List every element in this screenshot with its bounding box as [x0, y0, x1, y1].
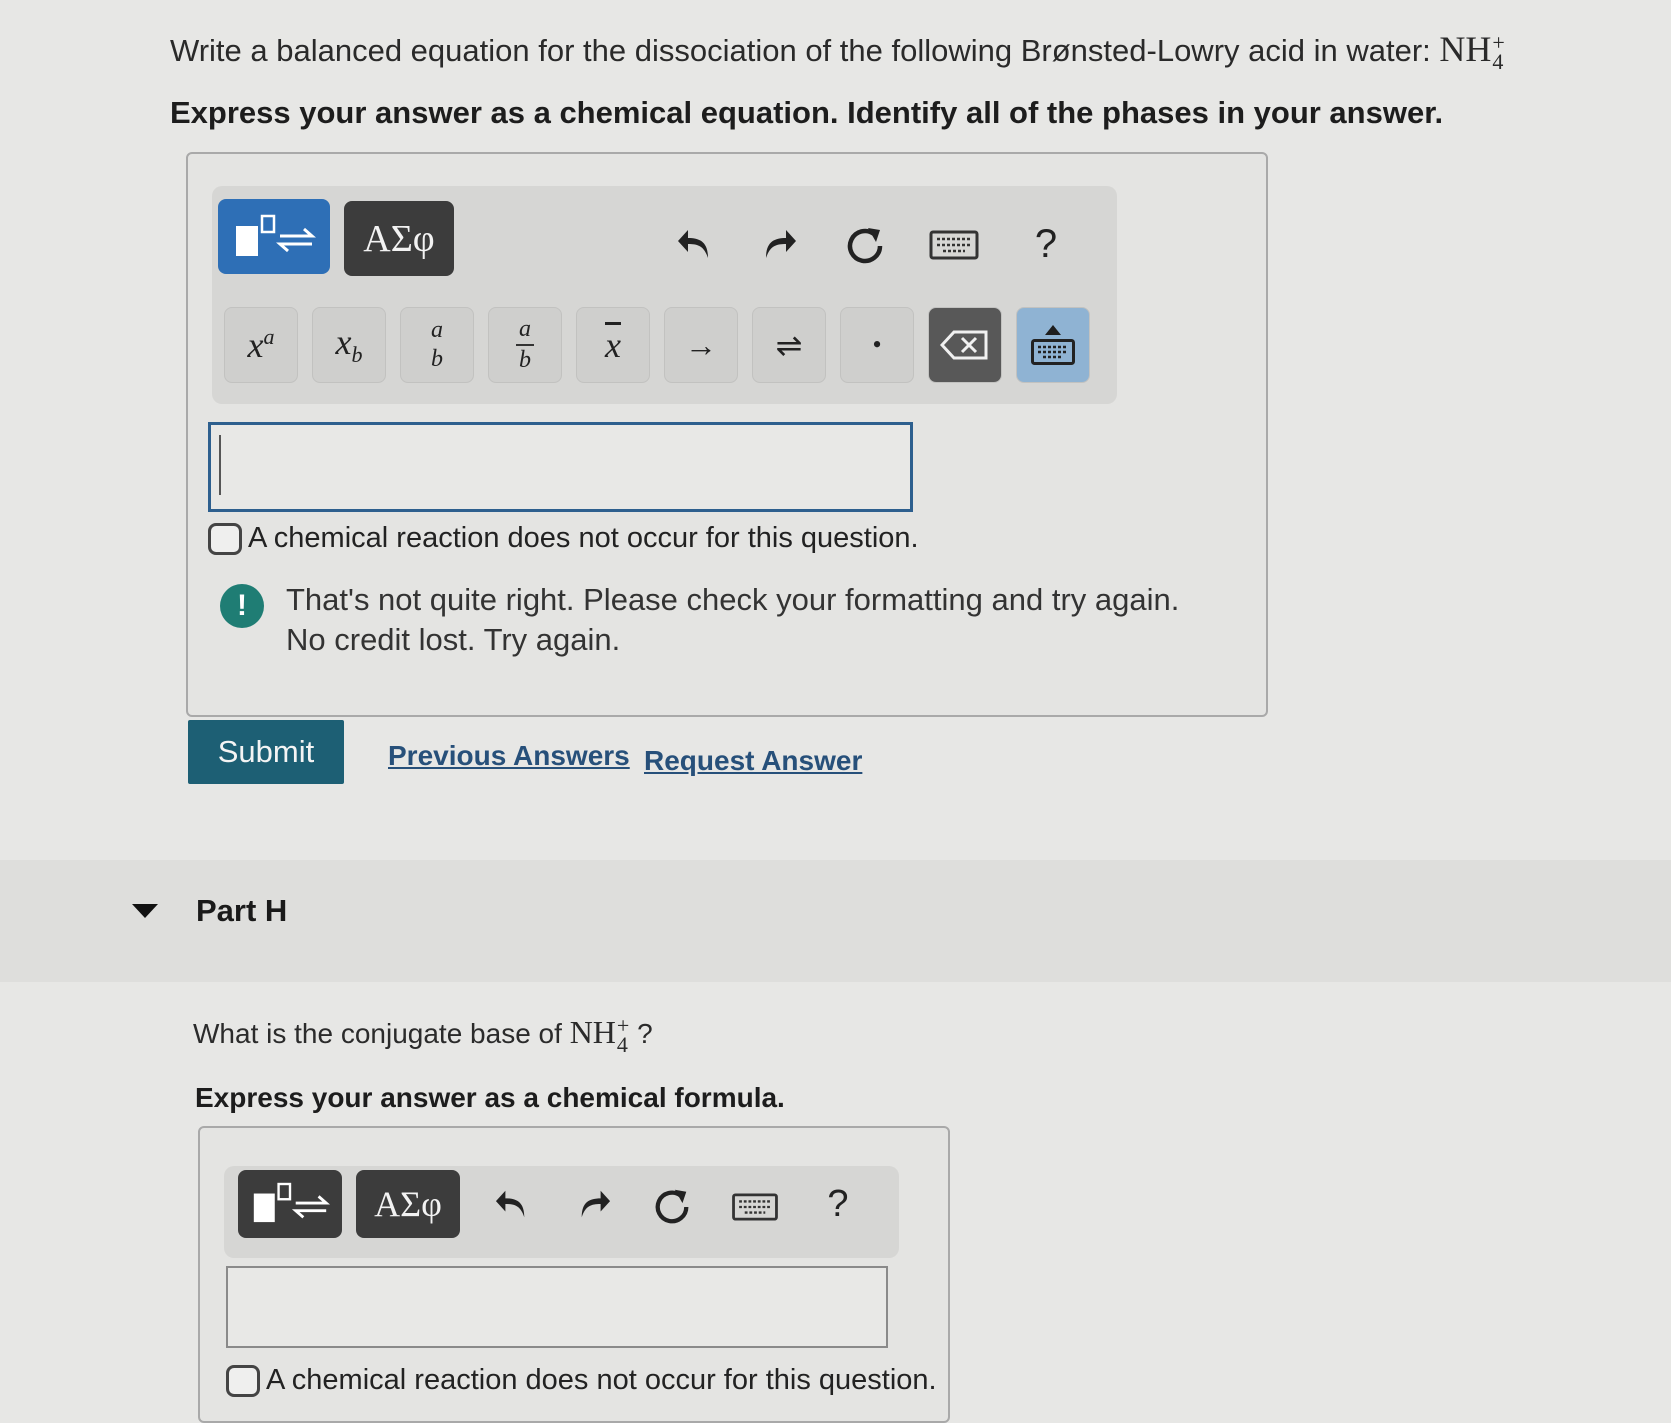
- help-icon[interactable]: ?: [1026, 220, 1066, 268]
- previous-answers-link[interactable]: Previous Answers: [388, 740, 630, 772]
- alert-icon: !: [220, 584, 264, 628]
- reaction-arrow-button[interactable]: →: [664, 307, 738, 383]
- backspace-button[interactable]: [928, 307, 1002, 383]
- part-h-reset-icon[interactable]: [650, 1184, 694, 1228]
- feedback-line-2: No credit lost. Try again.: [286, 621, 621, 657]
- part-h-question-prompt: What is the conjugate base of: [193, 1018, 562, 1049]
- undo-icon[interactable]: [672, 222, 718, 266]
- stack-top: a: [431, 316, 443, 343]
- fraction-numerator: a: [519, 315, 531, 342]
- part-h-species-charge-subscript: +4: [616, 1015, 629, 1057]
- part-h-template-equilibrium-icon: [253, 1182, 330, 1223]
- text-caret: [219, 435, 221, 495]
- feedback-message: ! That's not quite right. Please check y…: [220, 580, 1179, 659]
- question-text: Write a balanced equation for the dissoc…: [170, 28, 1505, 74]
- part-h-help-icon[interactable]: ?: [818, 1182, 858, 1226]
- virtual-keyboard-button[interactable]: [1016, 307, 1090, 383]
- fraction-button[interactable]: ab: [488, 307, 562, 383]
- stack-bottom: b: [431, 346, 443, 372]
- overline-symbol: x: [605, 325, 621, 365]
- part-h-no-reaction-option[interactable]: A chemical reaction does not occur for t…: [226, 1364, 937, 1397]
- no-reaction-checkbox[interactable]: [208, 522, 242, 555]
- overline-button[interactable]: x: [576, 307, 650, 383]
- template-equilibrium-icon: [236, 214, 316, 256]
- part-h-instruction: Express your answer as a chemical formul…: [195, 1082, 785, 1113]
- superscript-button[interactable]: xa: [224, 307, 298, 383]
- species-subscript: 4: [1492, 48, 1504, 74]
- collapse-triangle-icon[interactable]: [132, 904, 158, 918]
- part-title: Part H: [196, 893, 288, 928]
- part-h-chemical-species: NH +4: [569, 1014, 630, 1055]
- keyboard-icon[interactable]: [928, 226, 980, 264]
- equilibrium-arrow-button[interactable]: ⇌: [752, 307, 826, 383]
- bullet-dot-symbol: •: [872, 330, 882, 359]
- equation-input[interactable]: [208, 422, 913, 512]
- equilibrium-arrow-symbol: ⇌: [775, 327, 803, 363]
- answer-instruction: Express your answer as a chemical equati…: [170, 95, 1444, 130]
- chemical-species: NH +4: [1439, 29, 1504, 74]
- part-h-species-base: NH: [569, 1014, 616, 1050]
- part-h-greek-symbols-button[interactable]: ΑΣφ: [356, 1170, 460, 1238]
- no-reaction-label: A chemical reaction does not occur for t…: [248, 522, 919, 554]
- fraction-denominator: b: [519, 347, 531, 373]
- part-h-question: What is the conjugate base of NH +4 ?: [193, 1014, 653, 1055]
- feedback-line-1: That's not quite right. Please check you…: [286, 582, 1180, 617]
- part-h-keyboard-icon[interactable]: [730, 1190, 780, 1224]
- subscript-button[interactable]: xb: [312, 307, 386, 383]
- part-h-undo-icon[interactable]: [490, 1184, 534, 1224]
- part-h-species-subscript: 4: [616, 1031, 628, 1057]
- part-h-redo-icon[interactable]: [572, 1184, 616, 1224]
- redo-icon[interactable]: [756, 222, 802, 266]
- question-prompt: Write a balanced equation for the dissoc…: [170, 33, 1431, 68]
- subscript-base: x: [335, 322, 352, 363]
- alert-symbol: !: [237, 589, 247, 622]
- fraction-bar: [516, 344, 534, 346]
- part-h-answer-box: ΑΣφ ? A chemical reaction does not occur…: [198, 1126, 950, 1423]
- part-h-no-reaction-checkbox[interactable]: [226, 1364, 260, 1397]
- stack-button[interactable]: ab: [400, 307, 474, 383]
- page: Write a balanced equation for the dissoc…: [0, 0, 1671, 1423]
- feedback-text: That's not quite right. Please check you…: [286, 580, 1179, 659]
- bullet-dot-button[interactable]: •: [840, 307, 914, 383]
- caret-up-icon: [1045, 325, 1061, 335]
- part-h-no-reaction-label: A chemical reaction does not occur for t…: [266, 1364, 937, 1396]
- submit-label: Submit: [217, 734, 315, 769]
- superscript-base: x: [247, 325, 264, 365]
- greek-symbols-button[interactable]: ΑΣφ: [344, 201, 454, 276]
- reaction-arrow-symbol: →: [685, 326, 717, 363]
- part-h-question-mark: ?: [637, 1018, 653, 1049]
- superscript-exponent: a: [263, 324, 275, 349]
- subscript-index: b: [351, 342, 363, 368]
- request-answer-link[interactable]: Request Answer: [644, 745, 862, 777]
- formula-input[interactable]: [226, 1266, 888, 1348]
- species-base: NH: [1439, 29, 1492, 69]
- species-charge-subscript: +4: [1492, 32, 1504, 74]
- templates-button[interactable]: [218, 199, 330, 274]
- reset-icon[interactable]: [842, 222, 888, 268]
- keyboard-icon: [1031, 339, 1075, 365]
- submit-button[interactable]: Submit: [188, 720, 344, 784]
- part-h-templates-button[interactable]: [238, 1170, 342, 1238]
- no-reaction-option[interactable]: A chemical reaction does not occur for t…: [208, 522, 919, 555]
- backspace-icon: [940, 330, 988, 360]
- help-label: ?: [1034, 221, 1058, 266]
- greek-label: ΑΣφ: [363, 217, 435, 260]
- part-h-help-label: ?: [827, 1182, 849, 1225]
- part-h-greek-label: ΑΣφ: [374, 1184, 442, 1224]
